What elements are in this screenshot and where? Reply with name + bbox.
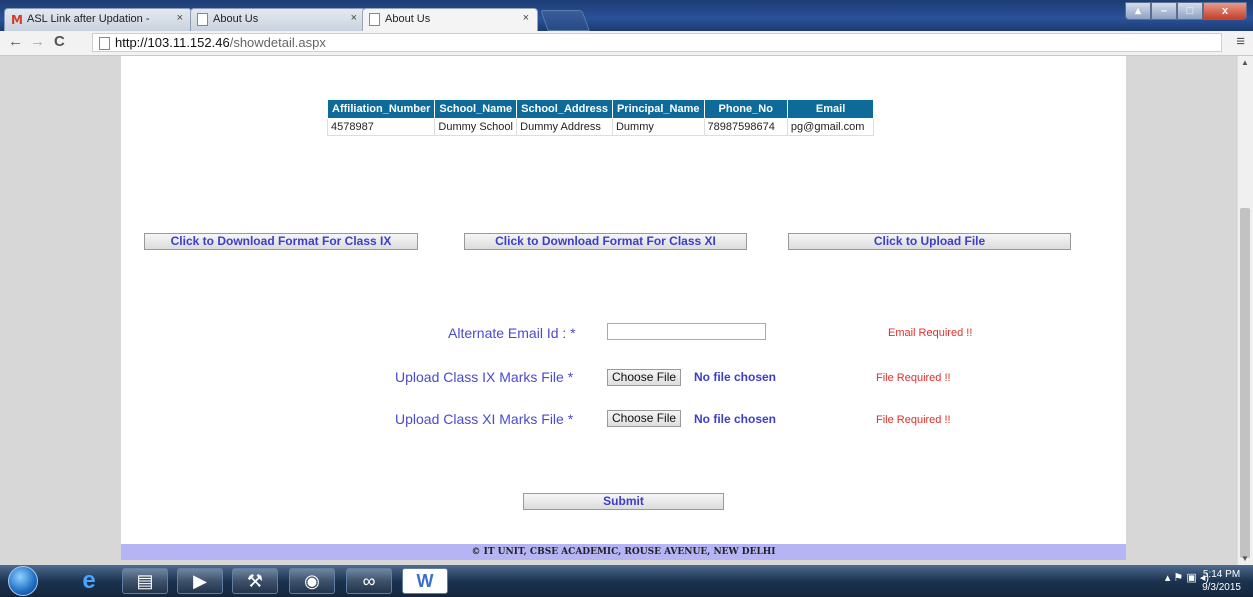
table-cell: pg@gmail.com xyxy=(786,118,875,136)
window-controls: ▴ – □ x xyxy=(1125,2,1247,22)
ie-icon[interactable]: e xyxy=(66,568,112,594)
minimize-button[interactable]: – xyxy=(1151,2,1177,20)
new-tab-button[interactable] xyxy=(540,10,590,31)
table-cell: 4578987 xyxy=(326,118,436,136)
class-xi-choose-file-button[interactable]: Choose File xyxy=(607,410,682,427)
browser-toolbar: ← → C http://103.11.152.46/showdetail.as… xyxy=(0,31,1253,56)
download-class-ix-button[interactable]: Click to Download Format For Class IX xyxy=(144,233,418,250)
back-icon[interactable]: ← xyxy=(8,33,23,50)
reload-icon[interactable]: C xyxy=(54,33,65,50)
vertical-scrollbar[interactable]: ▲ ▼ xyxy=(1237,56,1253,565)
page-icon xyxy=(369,13,380,29)
infinity-icon[interactable]: ∞ xyxy=(346,568,392,594)
class-xi-file-error: File Required !! xyxy=(876,414,951,426)
page-content: Affiliation_Number School_Name School_Ad… xyxy=(121,56,1126,544)
column-header: School_Address xyxy=(516,99,613,119)
page-viewport: Affiliation_Number School_Name School_Ad… xyxy=(0,56,1237,565)
menu-icon[interactable]: ≡ xyxy=(1236,33,1245,50)
scrollbar-thumb[interactable] xyxy=(1240,208,1250,558)
close-window-button[interactable]: x xyxy=(1203,2,1247,20)
show-hidden-icons-icon[interactable]: ▴ xyxy=(1165,572,1171,584)
close-tab-icon[interactable]: × xyxy=(523,12,529,24)
address-bar[interactable]: http://103.11.152.46/showdetail.aspx xyxy=(92,33,1222,52)
explorer-icon[interactable]: ▤ xyxy=(122,568,168,594)
table-cell: Dummy School xyxy=(434,118,518,136)
column-header: Affiliation_Number xyxy=(326,99,436,119)
tab-about-us-2[interactable]: About Us × xyxy=(362,8,538,31)
start-button[interactable] xyxy=(8,566,38,596)
close-tab-icon[interactable]: × xyxy=(177,12,183,24)
network-icon[interactable]: ▣ xyxy=(1186,572,1196,584)
scroll-down-arrow-icon[interactable]: ▼ xyxy=(1241,554,1249,563)
alternate-email-input[interactable] xyxy=(607,323,766,340)
table-row: 4578987 Dummy School Dummy Address Dummy… xyxy=(326,118,875,136)
maximize-button[interactable]: □ xyxy=(1177,2,1203,20)
flag-icon[interactable]: ⚑ xyxy=(1173,572,1183,584)
tab-bar: M ASL Link after Updation - × About Us ×… xyxy=(0,0,1253,31)
gmail-icon: M xyxy=(11,13,23,27)
upload-file-button[interactable]: Click to Upload File xyxy=(788,233,1071,250)
tab-title: ASL Link after Updation - xyxy=(27,13,150,25)
clock[interactable]: 5:14 PM 9/3/2015 xyxy=(1202,568,1241,594)
email-error: Email Required !! xyxy=(888,327,973,339)
download-class-xi-button[interactable]: Click to Download Format For Class XI xyxy=(464,233,747,250)
tab-title: About Us xyxy=(385,13,431,25)
column-header: School_Name xyxy=(434,99,518,119)
column-header: Phone_No xyxy=(703,99,788,119)
scroll-up-arrow-icon[interactable]: ▲ xyxy=(1241,58,1249,67)
page-icon xyxy=(197,13,208,29)
tab-title: About Us xyxy=(213,13,259,25)
url-path: /showdetail.aspx xyxy=(229,35,326,50)
alternate-email-label: Alternate Email Id : * xyxy=(448,325,576,341)
table-header-row: Affiliation_Number School_Name School_Ad… xyxy=(326,99,875,119)
column-header: Email xyxy=(786,99,875,119)
tab-about-us-1[interactable]: About Us × xyxy=(190,8,366,31)
word-icon[interactable]: W xyxy=(402,568,448,594)
tools-icon[interactable]: ⚒ xyxy=(232,568,278,594)
table-cell: Dummy xyxy=(611,118,705,136)
clock-time: 5:14 PM xyxy=(1202,569,1241,580)
media-player-icon[interactable]: ▶ xyxy=(177,568,223,594)
forward-icon[interactable]: → xyxy=(30,33,45,50)
school-details-table: Affiliation_Number School_Name School_Ad… xyxy=(326,99,875,136)
clock-date: 9/3/2015 xyxy=(1202,582,1241,593)
class-xi-file-status: No file chosen xyxy=(694,412,777,426)
close-tab-icon[interactable]: × xyxy=(351,12,357,24)
class-ix-file-error: File Required !! xyxy=(876,372,951,384)
column-header: Principal_Name xyxy=(611,99,705,119)
class-ix-file-label: Upload Class IX Marks File * xyxy=(395,369,574,385)
table-cell: 78987598674 xyxy=(703,118,788,136)
class-ix-choose-file-button[interactable]: Choose File xyxy=(607,369,682,386)
restore-button[interactable]: ▴ xyxy=(1125,2,1151,20)
page-footer: © IT UNIT, CBSE ACADEMIC, ROUSE AVENUE, … xyxy=(121,544,1126,560)
submit-button[interactable]: Submit xyxy=(523,493,724,510)
windows-taskbar: e ▤ ▶ ⚒ ◉ ∞ W ▴ ⚑ ▣ ◂) 5:14 PM 9/3/2015 xyxy=(0,565,1253,597)
table-cell: Dummy Address xyxy=(516,118,613,136)
page-icon xyxy=(99,37,110,50)
chrome-icon[interactable]: ◉ xyxy=(289,568,335,594)
url-host: http://103.11.152.46 xyxy=(115,35,230,50)
tab-gmail[interactable]: M ASL Link after Updation - × xyxy=(4,8,192,31)
class-ix-file-status: No file chosen xyxy=(694,370,777,384)
class-xi-file-label: Upload Class XI Marks File * xyxy=(395,411,574,427)
